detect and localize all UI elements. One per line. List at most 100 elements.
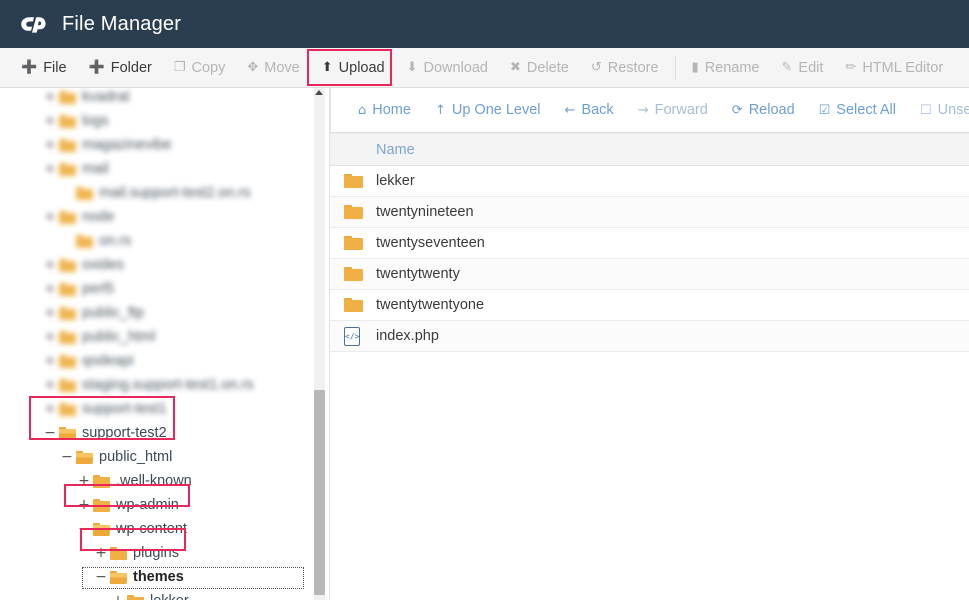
scrollbar-thumb[interactable]	[314, 390, 325, 595]
move-icon: ✥	[247, 60, 259, 75]
table-row[interactable]: </> index.php	[330, 320, 969, 352]
plus-icon: ➕	[88, 60, 105, 75]
row-name-cell[interactable]: twentytwentyone	[376, 289, 969, 321]
scroll-up-arrow-icon[interactable]	[315, 90, 323, 95]
html-editor-icon: ✏	[845, 60, 857, 75]
expand-icon[interactable]: +	[43, 137, 57, 153]
tree-node-public-html[interactable]: + public_html	[0, 325, 329, 349]
tree-node-wp-admin[interactable]: + wp-admin	[0, 493, 329, 517]
expand-icon[interactable]: +	[43, 209, 57, 225]
tree-node-plugins[interactable]: + plugins	[0, 541, 329, 565]
expand-icon[interactable]: +	[43, 113, 57, 129]
expand-icon[interactable]: +	[43, 377, 57, 393]
collapse-icon[interactable]: −	[43, 425, 57, 441]
nav-button-unselect-all[interactable]: ☐ Unselect All	[909, 97, 969, 123]
tree-node-mail[interactable]: + mail	[0, 157, 329, 181]
expand-icon[interactable]: +	[43, 281, 57, 297]
icon-column-header	[330, 133, 376, 166]
expand-icon[interactable]: +	[111, 593, 125, 600]
table-row[interactable]: twentyseventeen	[330, 227, 969, 259]
nav-button-home[interactable]: ⌂ Home	[347, 97, 422, 123]
folder-icon	[344, 235, 363, 251]
nav-button-back[interactable]: ← Back	[554, 97, 625, 123]
row-name-cell[interactable]: twentyseventeen	[376, 227, 969, 259]
tree-node-well-known[interactable]: + .well-known	[0, 469, 329, 493]
tree-node-public-ftp[interactable]: + public_ftp	[0, 301, 329, 325]
expand-icon[interactable]: +	[77, 497, 91, 513]
sidebar-vertical-scrollbar[interactable]	[314, 88, 325, 600]
table-row[interactable]: twentytwenty	[330, 258, 969, 290]
php-file-icon: </>	[344, 326, 360, 346]
file-table: Name lekker twentynineteen twentyseventeen…	[330, 133, 969, 352]
tree-node-magazinevibe[interactable]: + magazinevibe	[0, 133, 329, 157]
expand-icon[interactable]: +	[43, 89, 57, 105]
folder-icon	[127, 594, 144, 600]
tree-node-oxides[interactable]: + oxides	[0, 253, 329, 277]
tree-node-qodeapi[interactable]: + qodeapi	[0, 349, 329, 373]
nav-button-label: Home	[372, 102, 411, 118]
tree-node-lekker[interactable]: + lekker	[0, 589, 329, 600]
folder-icon	[59, 162, 76, 176]
tree-node-node[interactable]: + node	[0, 205, 329, 229]
nav-button-up-one-level[interactable]: ↑ Up One Level	[424, 97, 552, 123]
nav-button-forward[interactable]: → Forward	[627, 97, 719, 123]
nav-button-reload[interactable]: ⟳ Reload	[721, 97, 806, 123]
toolbar-button-label: Move	[264, 59, 300, 76]
tree-node-label: lekker	[149, 593, 189, 600]
folder-icon	[344, 297, 363, 313]
collapse-icon[interactable]: −	[94, 569, 108, 585]
tree-node-mail-support-test2-on-rs[interactable]: mail.support-test2.on.rs	[0, 181, 329, 205]
expand-icon[interactable]: +	[43, 401, 57, 417]
row-name-cell[interactable]: twentynineteen	[376, 196, 969, 228]
row-icon-cell	[330, 196, 376, 228]
folder-icon	[59, 330, 76, 344]
table-row[interactable]: lekker	[330, 165, 969, 197]
tree-node-wp-content[interactable]: − wp-content	[0, 517, 329, 541]
expand-icon[interactable]: +	[77, 473, 91, 489]
arrow-up-icon: ↑	[434, 102, 446, 118]
restore-icon: ↺	[590, 60, 602, 75]
row-name-cell[interactable]: lekker	[376, 165, 969, 197]
row-name-cell[interactable]: twentytwenty	[376, 258, 969, 290]
tree-node-on-rs[interactable]: on.rs	[0, 229, 329, 253]
tree-node-label: themes	[133, 569, 184, 585]
expand-icon[interactable]: +	[94, 545, 108, 561]
tree-node-label: mail	[82, 161, 109, 177]
folder-icon	[344, 266, 363, 282]
toolbar-button-upload[interactable]: ⬆ Upload	[311, 48, 396, 87]
table-row[interactable]: twentytwentyone	[330, 289, 969, 321]
expand-icon[interactable]: +	[43, 305, 57, 321]
tree-node-themes[interactable]: − themes	[0, 565, 329, 589]
title-bar: File Manager	[0, 0, 969, 48]
expand-icon[interactable]: +	[43, 161, 57, 177]
column-header-name[interactable]: Name	[376, 133, 969, 166]
expand-icon[interactable]: +	[43, 329, 57, 345]
tree-node-support-test2[interactable]: − support-test2	[0, 421, 329, 445]
collapse-icon[interactable]: −	[60, 449, 74, 465]
tree-node-public-html[interactable]: − public_html	[0, 445, 329, 469]
arrow-right-icon: →	[637, 102, 649, 118]
expand-icon[interactable]: +	[43, 257, 57, 273]
nav-button-label: Forward	[654, 102, 708, 118]
toolbar-button-html-editor: ✏ HTML Editor	[834, 48, 954, 87]
toolbar-button-label: File	[43, 59, 67, 76]
table-row[interactable]: twentynineteen	[330, 196, 969, 228]
tree-node-perl5[interactable]: + perl5	[0, 277, 329, 301]
toolbar-button-folder[interactable]: ➕ Folder	[78, 48, 163, 87]
toolbar-button-file[interactable]: ➕ File	[10, 48, 78, 87]
tree-node-label: on.rs	[99, 233, 132, 249]
expand-icon[interactable]: +	[43, 353, 57, 369]
file-table-head: Name	[330, 133, 969, 166]
tree-node-label: .well-known	[116, 473, 192, 489]
row-icon-cell	[330, 258, 376, 290]
row-name-cell[interactable]: index.php	[376, 320, 969, 352]
collapse-icon[interactable]: −	[77, 521, 91, 537]
toolbar-button-edit: ✎ Edit	[771, 48, 835, 87]
folder-icon	[59, 306, 76, 320]
tree-node-logs[interactable]: + logs	[0, 109, 329, 133]
tree-node-support-test1[interactable]: + support-test1	[0, 397, 329, 421]
tree-node-kvadrat[interactable]: + kvadrat	[0, 88, 329, 109]
tree-node-staging-support-test1-on-rs[interactable]: + staging.support-test1.on.rs	[0, 373, 329, 397]
nav-button-select-all[interactable]: ☑ Select All	[808, 97, 907, 123]
folder-icon	[76, 186, 93, 200]
